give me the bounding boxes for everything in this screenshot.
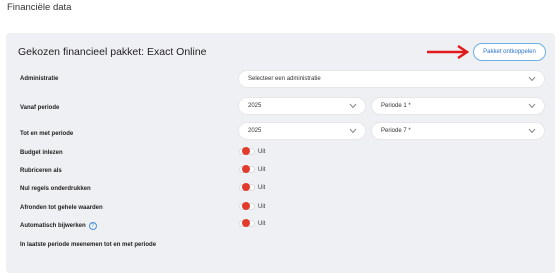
nul-regels-label: Nul regels onderdrukken <box>20 186 91 192</box>
toggle-state: Uit <box>258 148 266 155</box>
toggle-state: Uit <box>258 203 266 210</box>
toggle-switch[interactable] <box>239 183 255 191</box>
afronden-toggle[interactable]: Uit <box>239 202 266 210</box>
chevron-down-icon <box>349 128 357 134</box>
budget-inlezen-toggle[interactable]: Uit <box>239 147 266 155</box>
toggle-knob <box>242 219 250 227</box>
chevron-down-icon <box>528 76 536 82</box>
toggle-knob <box>242 165 250 173</box>
toggle-knob <box>242 202 250 210</box>
afronden-label: Afronden tot gehele waarden <box>20 205 103 211</box>
budget-inlezen-label: Budget inlezen <box>20 150 63 156</box>
administratie-label: Administratie <box>20 76 59 82</box>
chevron-down-icon <box>349 103 357 109</box>
toggle-switch[interactable] <box>239 219 255 227</box>
toggle-switch[interactable] <box>239 202 255 210</box>
chevron-down-icon <box>528 103 536 109</box>
laatste-periode-label: In laatste periode meenemen tot en met p… <box>20 242 157 248</box>
toggle-state: Uit <box>258 166 266 173</box>
nul-regels-toggle[interactable]: Uit <box>239 183 266 191</box>
toggle-state: Uit <box>258 184 266 191</box>
vanaf-year-value: 2025 <box>248 103 262 109</box>
vanaf-period-select[interactable]: Periode 1 * <box>371 97 545 115</box>
toggle-knob <box>242 183 250 191</box>
question-icon[interactable]: ? <box>88 222 97 230</box>
tot-period-value: Periode 7 * <box>381 128 411 134</box>
toggle-switch[interactable] <box>239 147 255 155</box>
tot-year-value: 2025 <box>248 128 262 134</box>
rubriceren-als-toggle[interactable]: Uit <box>239 165 266 173</box>
tot-periode-label: Tot en met periode <box>20 131 74 137</box>
tot-period-select[interactable]: Periode 7 * <box>371 122 545 140</box>
toggle-switch[interactable] <box>239 165 255 173</box>
page-title: Financiële data <box>7 2 72 13</box>
administratie-value: Selecteer een administratie <box>248 76 321 82</box>
vanaf-period-value: Periode 1 * <box>381 103 411 109</box>
administratie-select[interactable]: Selecteer een administratie <box>238 70 545 88</box>
vanaf-periode-label: Vanaf periode <box>20 105 60 111</box>
toggle-state: Uit <box>258 220 266 227</box>
automatisch-bijwerken-toggle[interactable]: Uit <box>239 219 266 227</box>
automatisch-bijwerken-row: Automatisch bijwerken ? <box>20 220 97 232</box>
unlink-package-button[interactable]: Pakket ontkoppelen <box>473 43 546 61</box>
panel-title: Gekozen financieel pakket: Exact Online <box>18 46 207 58</box>
automatisch-bijwerken-label: Automatisch bijwerken <box>20 223 86 229</box>
toggle-knob <box>242 147 250 155</box>
red-arrow-icon <box>427 45 470 59</box>
chevron-down-icon <box>528 128 536 134</box>
tot-year-select[interactable]: 2025 <box>238 122 366 140</box>
financial-package-panel: Gekozen financieel pakket: Exact Online … <box>6 33 555 273</box>
rubriceren-als-label: Rubriceren als <box>20 168 62 174</box>
vanaf-year-select[interactable]: 2025 <box>238 97 366 115</box>
